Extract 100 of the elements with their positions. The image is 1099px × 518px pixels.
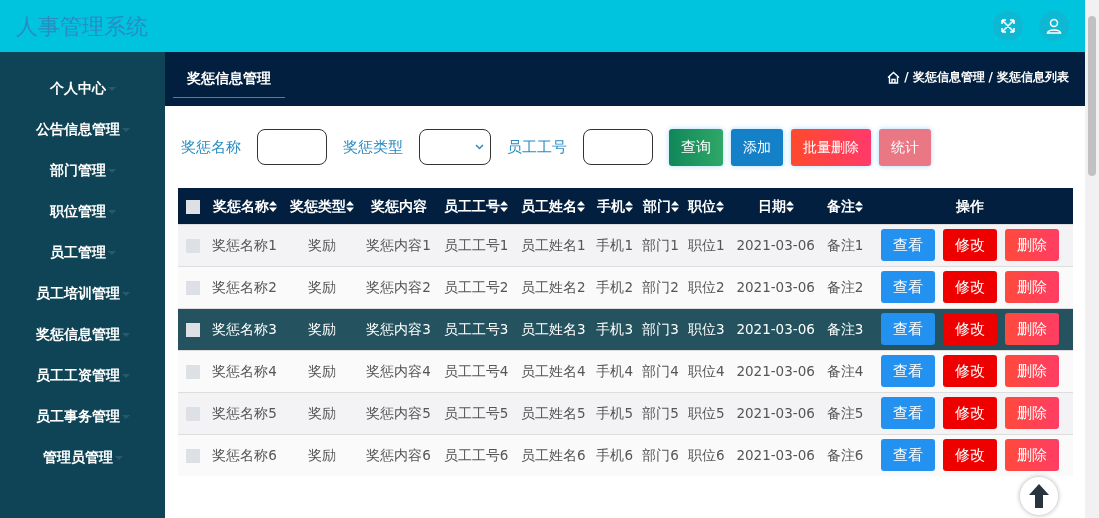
row-checkbox[interactable] xyxy=(186,449,200,464)
page-tab[interactable]: 奖惩信息管理 xyxy=(173,52,285,98)
table-cell: 2021-03-06 xyxy=(736,278,815,295)
add-button[interactable]: 添加 xyxy=(731,128,783,166)
table-cell: 奖励 xyxy=(307,236,336,253)
breadcrumb-separator: / xyxy=(904,69,909,86)
sort-icon[interactable] xyxy=(499,201,508,213)
table-cell: 奖惩名称3 xyxy=(212,320,277,337)
table-cell: 员工工号1 xyxy=(443,236,509,253)
sort-icon[interactable] xyxy=(854,201,863,213)
table-cell: 员工姓名6 xyxy=(520,447,586,464)
sidebar-item[interactable]: 公告信息管理 xyxy=(0,109,165,150)
sort-icon[interactable] xyxy=(268,201,277,213)
table-cell: 手机2 xyxy=(596,278,634,295)
scrollbar[interactable] xyxy=(1085,0,1099,518)
table-row[interactable]: 奖惩名称6 奖励 奖惩内容6 员工工号6 员工姓名6 手机6 部门6 职位6 2021-03-06 备注6 查看 修改 删除 xyxy=(178,434,1073,476)
table-cell: 奖励 xyxy=(307,404,336,421)
breadcrumb-item[interactable]: 奖惩信息管理 xyxy=(912,68,985,86)
table-cell: 备注2 xyxy=(826,278,864,295)
edit-button[interactable]: 修改 xyxy=(943,271,998,303)
table-cell: 员工工号5 xyxy=(443,404,509,421)
column-header: 操作 xyxy=(956,197,985,214)
table-cell: 部门5 xyxy=(642,404,679,421)
table-row[interactable]: 奖惩名称2 奖励 奖惩内容2 员工工号2 员工姓名2 手机2 部门2 职位2 2021-03-06 备注2 查看 修改 删除 xyxy=(178,266,1073,308)
home-icon[interactable] xyxy=(887,70,901,84)
table-cell: 备注3 xyxy=(826,320,864,337)
table-cell: 奖惩名称6 xyxy=(212,447,277,464)
table-cell: 手机1 xyxy=(596,236,634,253)
table-cell: 奖励 xyxy=(307,447,336,464)
row-checkbox[interactable] xyxy=(186,322,200,337)
sidebar-item[interactable]: 员工管理 xyxy=(0,232,165,273)
up-arrow-icon xyxy=(1028,483,1050,509)
table-cell: 奖励 xyxy=(307,320,336,337)
table-cell: 奖惩名称2 xyxy=(212,278,277,295)
sort-icon[interactable] xyxy=(785,201,794,213)
table-row[interactable]: 奖惩名称5 奖励 奖惩内容5 员工工号5 员工姓名5 手机5 部门5 职位5 2021-03-06 备注5 查看 修改 删除 xyxy=(178,392,1073,434)
column-header[interactable]: 日期 xyxy=(757,197,786,214)
table-cell: 奖励 xyxy=(307,362,336,379)
table-cell: 员工姓名2 xyxy=(520,278,586,295)
sort-icon[interactable] xyxy=(624,201,633,213)
sort-icon[interactable] xyxy=(577,201,586,213)
table-cell: 部门2 xyxy=(642,278,679,295)
filter-label: 奖惩名称 xyxy=(181,136,241,158)
edit-button[interactable]: 修改 xyxy=(943,355,998,387)
sidebar-item[interactable]: 个人中心 xyxy=(0,68,165,109)
chevron-down-icon xyxy=(475,144,484,150)
sidebar-item[interactable]: 职位管理 xyxy=(0,191,165,232)
sort-icon[interactable] xyxy=(345,201,354,213)
table-cell: 备注6 xyxy=(826,447,864,464)
row-checkbox[interactable] xyxy=(186,280,200,295)
table-cell: 职位4 xyxy=(687,362,725,379)
filter-label: 员工工号 xyxy=(507,136,567,158)
select-field[interactable] xyxy=(419,129,491,165)
table-cell: 员工工号3 xyxy=(443,320,509,337)
table-cell: 奖惩内容6 xyxy=(366,447,431,464)
breadcrumb-item: 奖惩信息列表 xyxy=(997,69,1069,86)
table-cell: 员工工号2 xyxy=(443,278,509,295)
table-cell: 部门6 xyxy=(642,447,679,464)
table-cell: 职位2 xyxy=(687,278,725,295)
search-button[interactable]: 查询 xyxy=(669,128,723,166)
input-field[interactable] xyxy=(583,129,653,165)
sort-icon[interactable] xyxy=(670,201,679,213)
table-cell: 奖励 xyxy=(307,278,336,295)
table-cell: 奖惩名称1 xyxy=(212,236,277,253)
app-title: 人事管理系统 xyxy=(16,12,148,41)
sidebar-item[interactable]: 奖惩信息管理 xyxy=(0,314,165,355)
table-cell: 备注1 xyxy=(826,236,864,253)
table-cell: 备注4 xyxy=(826,362,864,379)
sidebar-item[interactable]: 员工事务管理 xyxy=(0,396,165,437)
table-cell: 奖惩内容1 xyxy=(366,236,431,253)
back-to-top-button[interactable] xyxy=(1019,476,1059,516)
table-row[interactable]: 奖惩名称4 奖励 奖惩内容4 员工工号4 员工姓名4 手机4 部门4 职位4 2021-03-06 备注4 查看 修改 删除 xyxy=(178,350,1073,392)
table-cell: 2021-03-06 xyxy=(736,362,815,379)
table-cell: 部门4 xyxy=(642,362,679,379)
sidebar-item[interactable]: 员工培训管理 xyxy=(0,273,165,314)
sort-icon[interactable] xyxy=(716,201,725,213)
edit-button[interactable]: 修改 xyxy=(943,397,998,429)
sidebar-item[interactable]: 管理员管理 xyxy=(0,437,165,478)
edit-button[interactable]: 修改 xyxy=(943,313,998,345)
table-cell: 手机4 xyxy=(596,362,634,379)
sidebar-item[interactable]: 部门管理 xyxy=(0,150,165,191)
table-cell: 2021-03-06 xyxy=(736,447,815,464)
expand-arrows-icon xyxy=(1001,19,1015,33)
table-cell: 部门3 xyxy=(642,320,679,337)
user-icon xyxy=(1046,18,1062,34)
table-cell: 奖惩名称4 xyxy=(212,362,277,379)
input-field[interactable] xyxy=(257,129,327,165)
row-checkbox[interactable] xyxy=(186,364,200,379)
table-cell: 职位5 xyxy=(687,404,725,421)
select-all-checkbox[interactable] xyxy=(186,199,200,214)
table-cell: 职位6 xyxy=(687,447,725,464)
edit-button[interactable]: 修改 xyxy=(943,229,998,261)
breadcrumb-separator: / xyxy=(988,69,993,86)
sidebar-item[interactable]: 员工工资管理 xyxy=(0,355,165,396)
edit-button[interactable]: 修改 xyxy=(943,439,998,472)
table-cell: 奖惩内容2 xyxy=(366,278,431,295)
table-cell: 奖惩名称5 xyxy=(212,404,277,421)
table-cell: 手机3 xyxy=(596,320,634,337)
table-row[interactable]: 奖惩名称3 奖励 奖惩内容3 员工工号3 员工姓名3 手机3 部门3 职位3 2021-03-06 备注3 查看 修改 删除 xyxy=(178,308,1073,350)
table-row[interactable]: 奖惩名称1 奖励 奖惩内容1 员工工号1 员工姓名1 手机1 部门1 职位1 2021-03-06 备注1 查看 修改 删除 xyxy=(178,224,1073,266)
